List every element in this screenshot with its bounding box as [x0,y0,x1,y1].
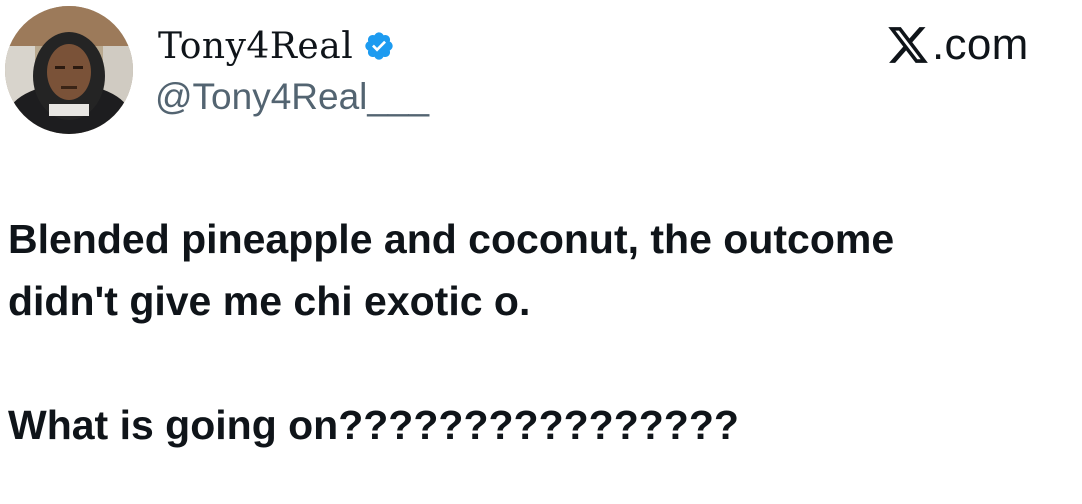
avatar[interactable] [5,6,133,134]
author-display-name[interactable]: Tony4Real [158,26,353,67]
post-text-line: didn't give me chi exotic o. [8,278,531,324]
author-name-row[interactable]: Tony4Real [158,22,395,70]
brand-watermark: .com [886,18,1029,72]
author-handle[interactable]: @Tony4Real___ [155,76,429,118]
x-logo-icon [886,23,930,67]
brand-domain-text: .com [932,20,1029,69]
verified-badge-icon [363,30,395,62]
post-header: Tony4Real @Tony4Real___ .com [0,0,1082,150]
post-text: Blended pineapple and coconut, the outco… [8,208,1074,456]
post-text-line: What is going on???????????????? [8,402,739,448]
avatar-photo [5,6,133,134]
post-text-line: Blended pineapple and coconut, the outco… [8,216,895,262]
